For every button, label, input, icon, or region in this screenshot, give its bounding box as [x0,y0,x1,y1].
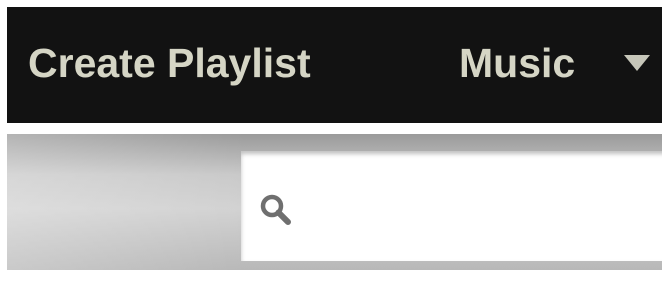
header-divider [7,123,662,134]
music-menu-button[interactable]: Music [459,37,575,89]
app-frame: Create Playlist Music [7,7,662,281]
top-navigation-bar: Create Playlist Music [7,7,662,123]
chevron-down-icon[interactable] [624,55,650,71]
search-input[interactable] [301,171,662,243]
create-playlist-link[interactable]: Create Playlist [28,37,311,89]
search-box[interactable] [241,151,662,261]
bottom-strip [7,270,662,281]
search-icon[interactable] [259,193,293,227]
search-bar-band [7,134,662,270]
